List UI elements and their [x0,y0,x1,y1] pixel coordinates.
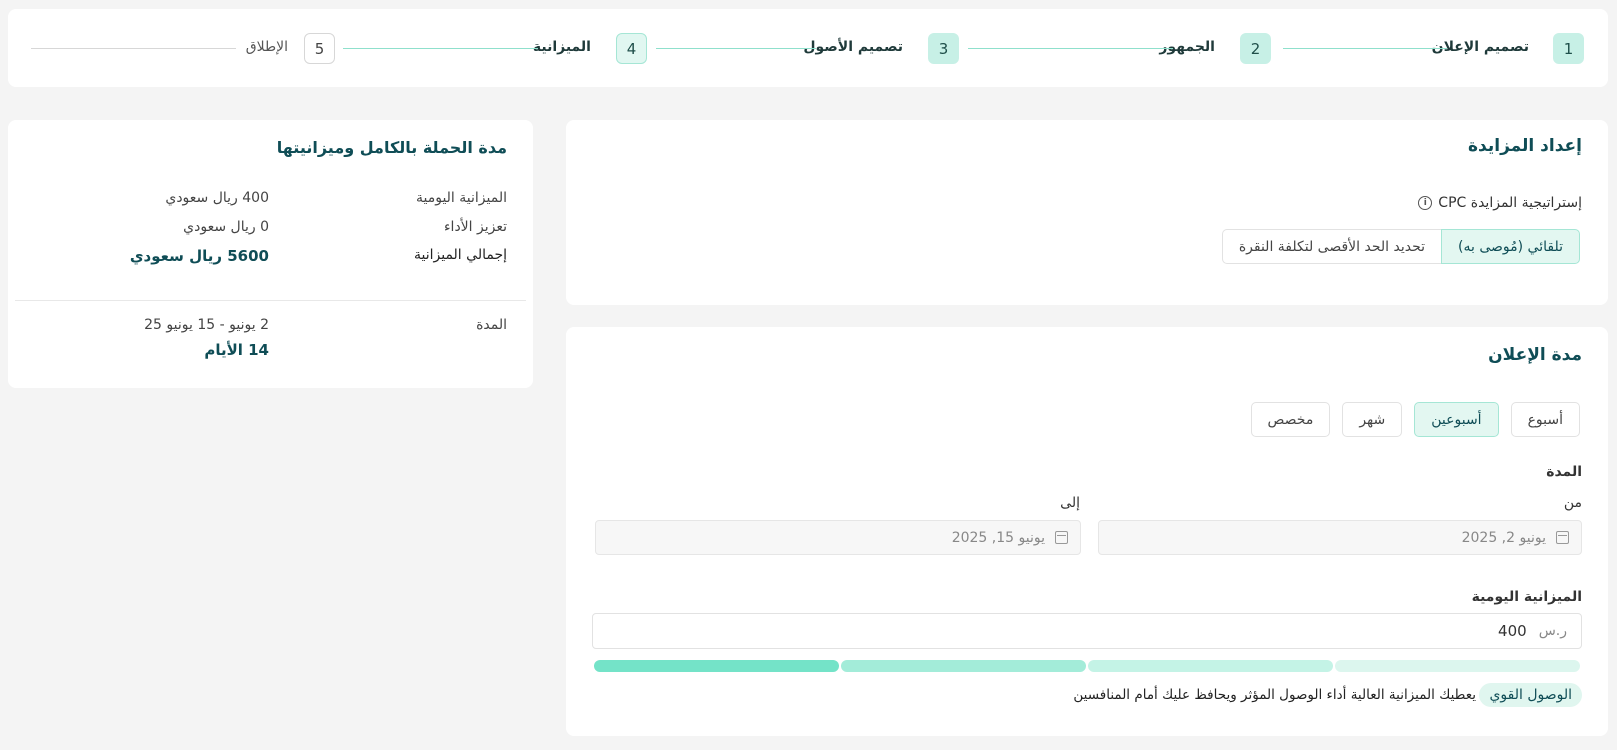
summary-divider [15,300,526,301]
calendar-icon [1055,531,1068,544]
bidding-strategy-text: إستراتيجية المزايدة CPC [1438,195,1582,211]
daily-budget-value: 400 [1498,622,1527,640]
reach-hint: يعطيك الميزانية العالية أداء الوصول المؤ… [1073,687,1476,703]
duration-presets: أسبوع أسبوعين شهر مخصص [1250,402,1580,437]
step-connector [968,48,1173,49]
summary-days-value: 14 الأيام [204,341,269,359]
summary-period-value: 2 يونيو - 15 يونيو 25 [144,317,269,333]
summary-boost-label: تعزيز الأداء [443,219,507,235]
step-1-number[interactable]: 1 [1553,33,1584,64]
ad-duration-card: مدة الإعلان أسبوع أسبوعين شهر مخصص المدة… [566,327,1608,736]
from-label: من [1563,495,1582,511]
reach-segment [1335,660,1580,672]
reach-segment [1088,660,1333,672]
step-4-label[interactable]: الميزانية [533,39,591,55]
step-connector [1283,48,1447,49]
step-5-number[interactable]: 5 [304,33,335,64]
bidding-max-cpc-option[interactable]: تحديد الحد الأقصى لتكلفة النقرة [1221,229,1442,264]
bidding-strategy-label: إستراتيجية المزايدة CPC i [1418,195,1582,211]
bidding-setup-card: إعداد المزايدة إستراتيجية المزايدة CPC i… [566,120,1608,305]
step-connector [343,48,538,49]
step-3-label[interactable]: تصميم الأصول [803,39,903,55]
step-connector [656,48,816,49]
currency-prefix: ر.س [1538,623,1567,639]
info-icon[interactable]: i [1418,196,1433,210]
bidding-strategy-toggle: تلقائي (مُوصى به) تحديد الحد الأقصى لتكل… [1221,229,1580,264]
step-4-number[interactable]: 4 [616,33,647,64]
daily-budget-input[interactable]: ر.س 400 [592,613,1582,649]
step-2-label[interactable]: الجمهور [1159,39,1215,55]
reach-strength-bar [594,660,1580,672]
duration-title: مدة الإعلان [1488,345,1582,365]
to-label: إلى [1060,495,1080,511]
preset-week-button[interactable]: أسبوع [1510,402,1580,437]
to-date-input[interactable]: يونيو 15, 2025 [595,520,1081,555]
summary-boost-value: 0 ريال سعودي [183,219,269,235]
preset-two-weeks-button[interactable]: أسبوعين [1414,402,1499,437]
reach-badge: الوصول القوي [1479,683,1582,707]
bidding-auto-option[interactable]: تلقائي (مُوصى به) [1441,229,1580,264]
calendar-icon [1556,531,1569,544]
reach-segment [841,660,1086,672]
bidding-title: إعداد المزايدة [1468,136,1582,156]
to-date-value: يونيو 15, 2025 [951,529,1045,546]
preset-custom-button[interactable]: مخصص [1250,402,1331,437]
summary-daily-budget-label: الميزانية اليومية [415,190,507,206]
step-3-number[interactable]: 3 [928,33,959,64]
summary-period-label: المدة [476,317,507,333]
preset-month-button[interactable]: شهر [1342,402,1403,437]
reach-segment [594,660,839,672]
step-connector [31,48,236,49]
step-2-number[interactable]: 2 [1240,33,1271,64]
summary-title: مدة الحملة بالكامل وميزانيتها [276,138,507,157]
daily-budget-label: الميزانية اليومية [1471,589,1582,605]
summary-daily-budget-value: 400 ريال سعودي [165,190,269,206]
step-5-label[interactable]: الإطلاق [246,39,288,55]
from-date-input[interactable]: يونيو 2, 2025 [1098,520,1582,555]
summary-total-label: إجمالي الميزانية [413,247,507,263]
step-1-label[interactable]: تصميم الإعلان [1432,39,1529,55]
period-label: المدة [1546,464,1582,480]
campaign-summary-card: مدة الحملة بالكامل وميزانيتها الميزانية … [8,120,533,388]
from-date-value: يونيو 2, 2025 [1461,529,1546,546]
progress-stepper: 1 تصميم الإعلان 2 الجمهور 3 تصميم الأصول… [8,9,1608,87]
summary-total-value: 5600 ريال سعودي [129,247,269,265]
